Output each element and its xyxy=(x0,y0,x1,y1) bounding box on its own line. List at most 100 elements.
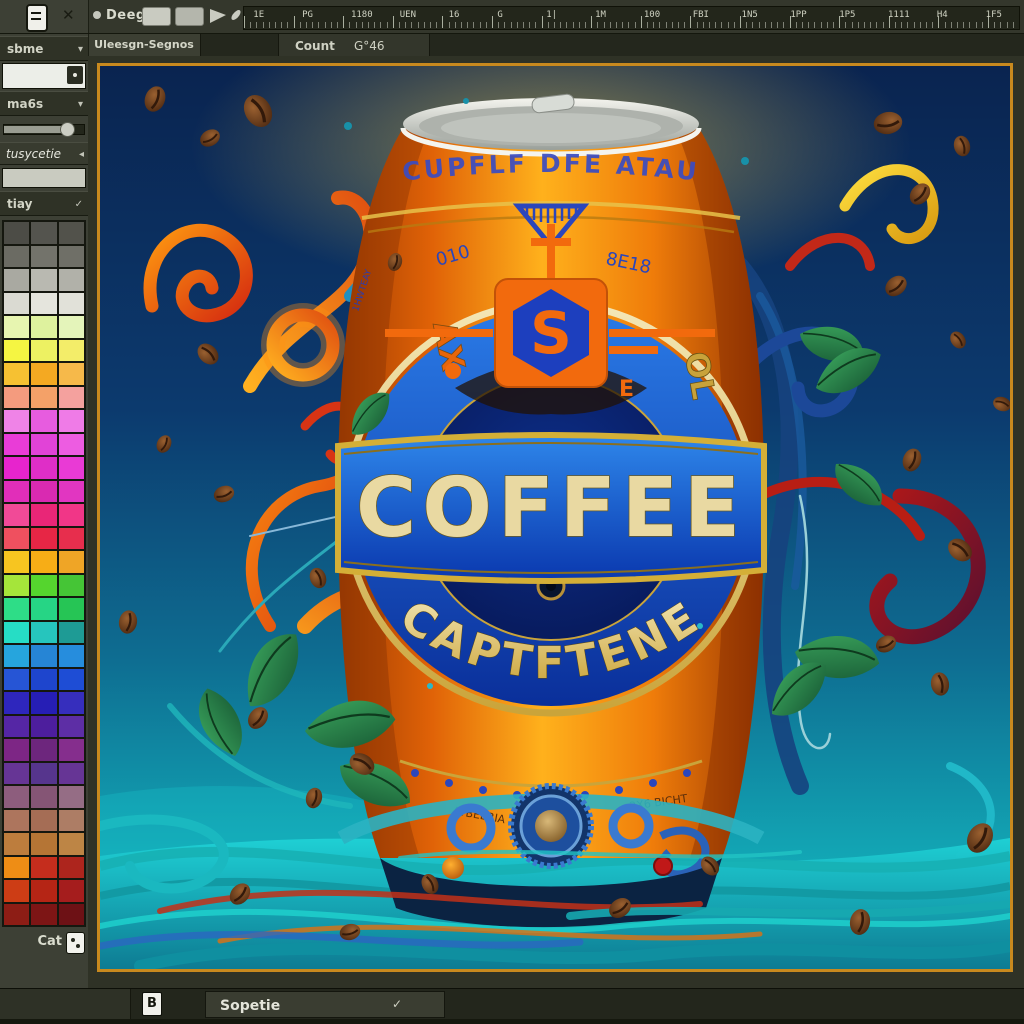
color-swatch[interactable] xyxy=(4,222,29,244)
color-swatch[interactable] xyxy=(4,293,29,315)
color-swatch[interactable] xyxy=(31,810,56,832)
dropdown-sbme[interactable]: sbme ▾ xyxy=(0,36,88,61)
color-swatch[interactable] xyxy=(4,716,29,738)
color-swatch[interactable] xyxy=(59,551,84,573)
toolbar-button-1[interactable] xyxy=(142,7,171,26)
color-swatch[interactable] xyxy=(59,810,84,832)
color-swatch[interactable] xyxy=(59,434,84,456)
b-button[interactable]: B xyxy=(142,992,162,1016)
color-swatch[interactable] xyxy=(4,857,29,879)
color-swatch[interactable] xyxy=(59,504,84,526)
color-swatch[interactable] xyxy=(59,363,84,385)
color-swatch[interactable] xyxy=(31,880,56,902)
swatch-options-icon[interactable] xyxy=(66,932,85,954)
color-swatch[interactable] xyxy=(4,598,29,620)
color-swatch[interactable] xyxy=(59,763,84,785)
color-swatch[interactable] xyxy=(31,222,56,244)
color-swatch[interactable] xyxy=(59,575,84,597)
style-row[interactable]: tusycetie ◂ xyxy=(0,142,88,165)
color-swatch[interactable] xyxy=(4,551,29,573)
color-swatch[interactable] xyxy=(31,786,56,808)
color-swatch[interactable] xyxy=(31,340,56,362)
color-swatch[interactable] xyxy=(4,645,29,667)
color-swatch[interactable] xyxy=(31,575,56,597)
color-swatch[interactable] xyxy=(59,904,84,926)
color-swatch[interactable] xyxy=(31,363,56,385)
color-swatch[interactable] xyxy=(59,457,84,479)
color-swatch[interactable] xyxy=(4,363,29,385)
color-swatch[interactable] xyxy=(59,293,84,315)
color-swatch[interactable] xyxy=(4,810,29,832)
dropdown-ma6s[interactable]: ma6s ▾ xyxy=(0,91,88,116)
color-swatch[interactable] xyxy=(59,410,84,432)
color-swatch[interactable] xyxy=(59,622,84,644)
color-swatch[interactable] xyxy=(4,692,29,714)
color-swatch[interactable] xyxy=(4,833,29,855)
color-swatch[interactable] xyxy=(31,316,56,338)
color-swatch[interactable] xyxy=(31,410,56,432)
color-swatch[interactable] xyxy=(59,833,84,855)
color-swatch[interactable] xyxy=(31,504,56,526)
color-swatch[interactable] xyxy=(31,387,56,409)
color-swatch[interactable] xyxy=(4,880,29,902)
color-swatch[interactable] xyxy=(31,645,56,667)
color-swatch[interactable] xyxy=(31,857,56,879)
play-icon[interactable] xyxy=(210,9,226,23)
color-swatch[interactable] xyxy=(59,786,84,808)
color-swatch[interactable] xyxy=(59,645,84,667)
color-swatch[interactable] xyxy=(4,387,29,409)
dropdown-tiay[interactable]: tiay ✓ xyxy=(0,191,88,216)
color-swatch[interactable] xyxy=(31,434,56,456)
color-swatch[interactable] xyxy=(59,340,84,362)
color-swatch[interactable] xyxy=(59,222,84,244)
color-swatch[interactable] xyxy=(4,739,29,761)
close-icon[interactable]: ✕ xyxy=(62,6,75,24)
color-swatch[interactable] xyxy=(4,504,29,526)
color-swatch[interactable] xyxy=(31,551,56,573)
color-swatch[interactable] xyxy=(31,739,56,761)
color-swatch[interactable] xyxy=(31,833,56,855)
color-swatch[interactable] xyxy=(4,622,29,644)
color-swatch[interactable] xyxy=(31,692,56,714)
color-swatch[interactable] xyxy=(4,528,29,550)
file-icon[interactable] xyxy=(26,4,48,32)
color-swatch[interactable] xyxy=(31,669,56,691)
field-mini-button[interactable] xyxy=(67,66,83,84)
color-swatch[interactable] xyxy=(4,763,29,785)
color-swatch[interactable] xyxy=(31,763,56,785)
color-swatch[interactable] xyxy=(31,598,56,620)
color-swatch[interactable] xyxy=(4,340,29,362)
color-field[interactable] xyxy=(2,63,86,89)
color-swatch[interactable] xyxy=(4,669,29,691)
slider-knob[interactable] xyxy=(60,122,75,137)
color-swatch[interactable] xyxy=(59,692,84,714)
color-swatch[interactable] xyxy=(31,293,56,315)
color-swatch[interactable] xyxy=(4,434,29,456)
color-swatch[interactable] xyxy=(59,481,84,503)
color-swatch[interactable] xyxy=(31,622,56,644)
artwork-frame[interactable]: CUPFLF DFE ATAU 010 8E18 1HWTEAY AX OL S… xyxy=(97,63,1013,972)
color-swatch[interactable] xyxy=(4,904,29,926)
color-swatch[interactable] xyxy=(31,457,56,479)
color-swatch[interactable] xyxy=(59,716,84,738)
document-tab[interactable]: Uleesgn-Segnos xyxy=(88,34,201,56)
color-swatch[interactable] xyxy=(59,669,84,691)
color-swatch[interactable] xyxy=(4,410,29,432)
color-swatch[interactable] xyxy=(4,481,29,503)
toolbar-button-2[interactable] xyxy=(175,7,204,26)
color-swatch[interactable] xyxy=(31,246,56,268)
color-swatch[interactable] xyxy=(59,269,84,291)
color-swatch[interactable] xyxy=(59,246,84,268)
color-swatch[interactable] xyxy=(59,387,84,409)
sidebar-slider[interactable] xyxy=(0,118,88,140)
color-swatch[interactable] xyxy=(4,316,29,338)
color-swatch[interactable] xyxy=(31,528,56,550)
color-swatch[interactable] xyxy=(59,857,84,879)
color-swatch[interactable] xyxy=(31,481,56,503)
color-swatch[interactable] xyxy=(59,880,84,902)
color-swatch[interactable] xyxy=(59,739,84,761)
color-swatch[interactable] xyxy=(59,598,84,620)
color-swatch[interactable] xyxy=(59,528,84,550)
color-swatch[interactable] xyxy=(4,269,29,291)
color-swatch[interactable] xyxy=(59,316,84,338)
